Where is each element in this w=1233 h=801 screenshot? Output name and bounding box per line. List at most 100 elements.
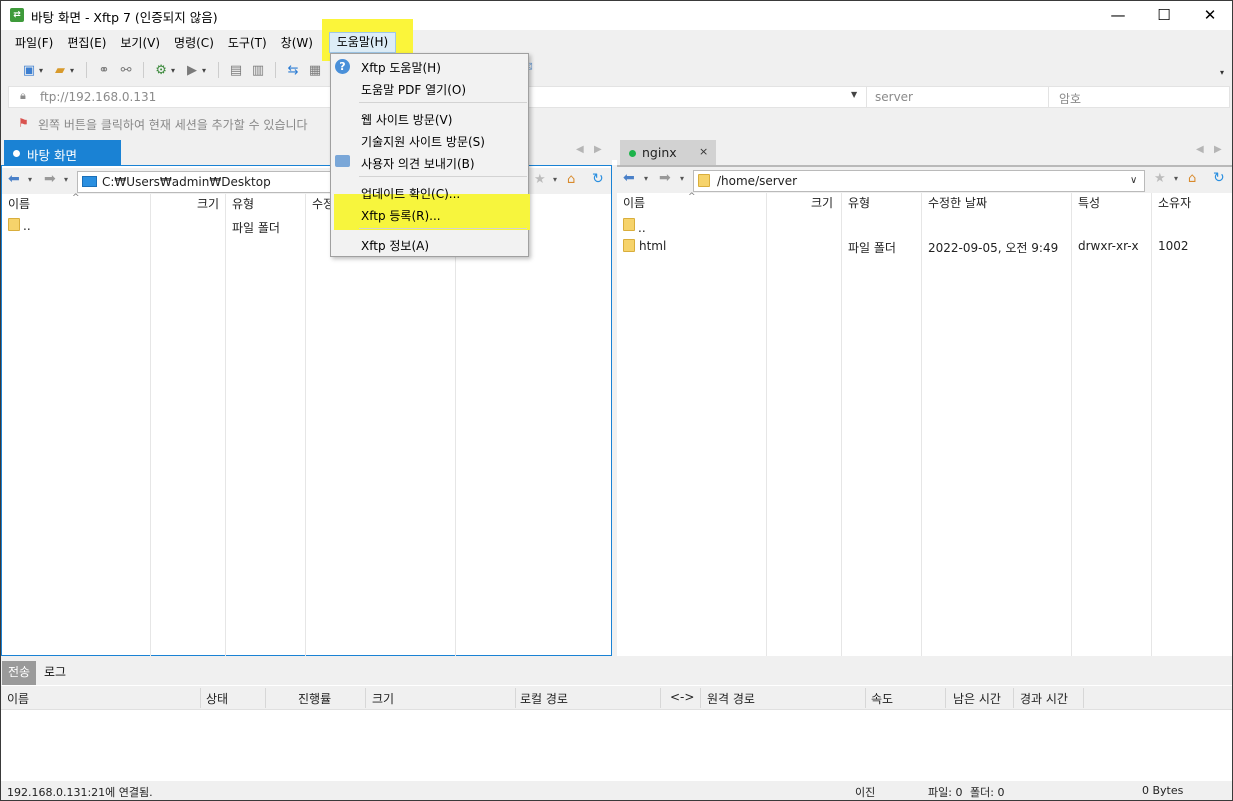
copy-icon[interactable]: ▤ [227,61,245,79]
tab-next-icon[interactable]: ▶ [1214,144,1222,155]
row-type: 파일 폴더 [848,241,896,255]
col-name[interactable]: 이름 [623,193,645,215]
back-arrow-icon[interactable]: ⬅ [8,171,20,187]
open-folder-icon[interactable]: ▰ [51,61,69,79]
col-speed[interactable]: 속도 [871,690,893,707]
tab-label: nginx [642,145,677,160]
tab-log[interactable]: 로그 [44,661,66,684]
new-session-icon[interactable]: ▣ [20,61,38,79]
back-arrow-icon[interactable]: ⬅ [623,170,635,186]
tab-local-desktop[interactable]: 바탕 화면 [4,140,121,166]
menu-view[interactable]: 보기(V) [113,32,167,54]
menu-window[interactable]: 창(W) [274,32,320,54]
paste-icon[interactable]: ▥ [249,61,267,79]
back-dropdown-icon[interactable]: ▾ [28,175,32,184]
password-input[interactable]: 암호 [1059,90,1081,107]
col-local-path[interactable]: 로컬 경로 [520,690,568,707]
menu-bar: 파일(F) 편집(E) 보기(V) 명령(C) 도구(T) 창(W) [8,32,320,54]
sync-icon[interactable]: ▦ [306,61,324,79]
connected-dot [629,150,636,157]
help-question-icon: ? [335,59,350,74]
col-remote-path[interactable]: 원격 경로 [707,690,755,707]
transfer-icon[interactable]: ⇆ [284,61,302,79]
monitor-icon [82,176,97,187]
tab-transfer[interactable]: 전송 [2,661,36,685]
close-window-button[interactable]: ✕ [1187,0,1233,30]
menu-item-send-feedback[interactable]: 사용자 의견 보내기(B) [361,155,475,172]
toolbar-overflow-icon[interactable]: ▾ [1220,68,1224,77]
home-icon[interactable]: ⌂ [567,172,575,187]
forward-dropdown-icon[interactable]: ▾ [64,175,68,184]
menu-item-check-update[interactable]: 업데이트 확인(C)... [361,185,460,202]
col-status[interactable]: 상태 [206,690,228,707]
col-modified[interactable]: 수정한 날짜 [928,193,987,215]
col-progress[interactable]: 진행률 [298,690,331,707]
toolbar: ▣ ▾ ▰ ▾ ⚭ ⚯ ⚙ ▾ ▶ ▾ ▤ ▥ ⇆ ▦ [20,58,324,82]
menu-item-visit-website[interactable]: 웹 사이트 방문(V) [361,111,452,128]
menu-tools[interactable]: 도구(T) [221,32,274,54]
col-time-left[interactable]: 남은 시간 [953,690,1001,707]
col-time-elapsed[interactable]: 경과 시간 [1020,690,1068,707]
col-transfer-name[interactable]: 이름 [7,690,29,707]
col-attributes[interactable]: 특성 [1078,193,1100,215]
menu-item-open-pdf[interactable]: 도움말 PDF 열기(O) [361,81,466,98]
favorite-dropdown-icon[interactable]: ▾ [1174,174,1178,183]
table-row[interactable]: .. [617,215,1232,235]
tab-prev-icon[interactable]: ◀ [1196,144,1204,155]
forward-arrow-icon[interactable]: ➡ [659,170,671,186]
disconnect-icon[interactable]: ⚯ [117,61,135,79]
folder-icon [623,239,635,252]
minimize-button[interactable]: — [1095,0,1141,30]
col-type[interactable]: 유형 [232,194,254,216]
forward-arrow-icon[interactable]: ➡ [44,171,56,187]
properties-icon[interactable]: ⚙ [152,61,170,79]
favorite-star-icon[interactable]: ★ [1154,171,1166,186]
host-dropdown-icon[interactable]: ▼ [851,90,857,99]
connection-status: 192.168.0.131:21에 연결됨. [7,786,153,799]
favorite-dropdown-icon[interactable]: ▾ [553,175,557,184]
refresh-icon[interactable]: ↻ [592,171,604,187]
remote-path-text: /home/server [717,174,798,188]
bytes-total: 0 Bytes [1142,784,1184,797]
username-input[interactable]: server [875,90,913,104]
row-name: html [639,239,667,253]
path-dropdown-icon[interactable]: ∨ [1130,171,1137,191]
favorite-star-icon[interactable]: ★ [534,172,546,187]
bookmark-icon: ⚑ [18,116,29,130]
menu-help[interactable]: 도움말(H) [329,32,396,53]
maximize-button[interactable]: ☐ [1141,0,1187,30]
col-direction[interactable]: <-> [670,690,694,704]
menu-edit[interactable]: 편집(E) [60,32,113,54]
col-size[interactable]: 크기 [811,193,833,215]
row-name: .. [638,221,646,235]
folder-icon [698,174,710,187]
col-type[interactable]: 유형 [848,193,870,215]
refresh-icon[interactable]: ↻ [1213,170,1225,186]
tab-remote-nginx[interactable]: nginx × [620,140,716,166]
col-transfer-size[interactable]: 크기 [372,690,394,707]
host-input[interactable]: ftp://192.168.0.131 [40,90,156,104]
local-path-text: C:₩Users₩admin₩Desktop [102,175,271,189]
remote-file-pane: ⬅ ▾ ➡ ▾ /home/server ∨ ★ ▾ ⌂ ↻ 이름 ^ 크기 유… [617,165,1232,656]
back-dropdown-icon[interactable]: ▾ [644,174,648,183]
row-type: 파일 폴더 [232,221,280,235]
menu-item-register[interactable]: Xftp 등록(R)... [361,207,441,224]
close-tab-icon[interactable]: × [699,145,708,158]
table-row[interactable]: html 파일 폴더 2022-09-05, 오전 9:49 drwxr-xr-… [617,236,1232,256]
run-icon[interactable]: ▶ [183,61,201,79]
col-name[interactable]: 이름 [8,194,30,216]
menu-command[interactable]: 명령(C) [167,32,221,54]
menu-item-support-site[interactable]: 기술지원 사이트 방문(S) [361,133,485,150]
menu-item-xftp-help[interactable]: Xftp 도움말(H) [361,59,441,76]
menu-file[interactable]: 파일(F) [8,32,60,54]
home-icon[interactable]: ⌂ [1188,171,1196,186]
connect-icon[interactable]: ⚭ [95,61,113,79]
remote-path-input[interactable]: /home/server ∨ [693,170,1145,192]
menu-item-about[interactable]: Xftp 정보(A) [361,237,429,254]
col-owner[interactable]: 소유자 [1158,193,1191,215]
forward-dropdown-icon[interactable]: ▾ [680,174,684,183]
tab-next-icon[interactable]: ▶ [594,144,602,155]
tab-label: 바탕 화면 [27,148,77,163]
tab-prev-icon[interactable]: ◀ [576,144,584,155]
col-size[interactable]: 크기 [197,194,219,216]
